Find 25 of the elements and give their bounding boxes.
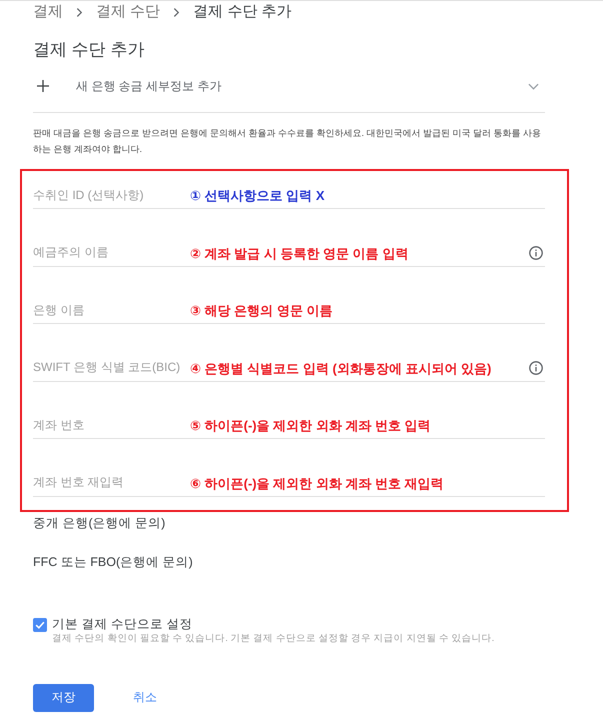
notice-text: 판매 대금을 은행 송금으로 받으려면 은행에 문의해서 환율과 수수료를 확인하세요. 대한민국에서 발급된 미국 달러 통화를 사용하는 은행 계좌여야 합니다.	[33, 127, 542, 156]
info-icon[interactable]	[529, 246, 543, 260]
breadcrumb-link[interactable]: 결제 수단 추가	[193, 0, 292, 24]
annotation-text: ⑤ 하이픈(-)을 제외한 외화 계좌 번호 입력	[190, 417, 431, 435]
annotation-text: ④ 은행별 식별코드 입력 (외화통장에 표시되어 있음)	[190, 360, 492, 378]
chevron-right-icon	[173, 6, 180, 18]
breadcrumb-link[interactable]: 결제	[33, 0, 63, 24]
chevron-right-icon	[76, 6, 83, 18]
annotation-text: ① 선택사항으로 입력 X	[190, 187, 325, 205]
page-title: 결제 수단 추가	[33, 39, 146, 61]
annotation-text: ③ 해당 은행의 영문 이름	[190, 302, 332, 320]
expand-section-link[interactable]: 중개 은행(은행에 문의)	[33, 512, 166, 532]
checkbox-description: 결제 수단의 확인이 필요할 수 있습니다. 기본 결제 수단으로 설정할 경우 지급이 지연될 수 있습니다.	[52, 632, 494, 646]
annotation-text: ② 계좌 발급 시 등록한 영문 이름 입력	[190, 244, 408, 262]
chevron-down-icon	[528, 82, 539, 90]
plus-icon	[37, 80, 49, 92]
breadcrumb-link[interactable]: 결제 수단	[96, 0, 160, 24]
checkbox[interactable]	[33, 618, 47, 632]
add-bank-details-row[interactable]: 새 은행 송금 세부정보 추가	[33, 70, 545, 102]
cancel-button[interactable]: 취소	[133, 689, 157, 706]
expand-section-link[interactable]: FFC 또는 FBO(은행에 문의)	[33, 552, 193, 572]
info-icon[interactable]	[529, 360, 543, 374]
save-button[interactable]: 저장	[33, 684, 94, 712]
checkbox-label: 기본 결제 수단으로 설정	[52, 616, 194, 632]
annotation-text: ⑥ 하이픈(-)을 제외한 외화 계좌 번호 재입력	[190, 474, 444, 492]
